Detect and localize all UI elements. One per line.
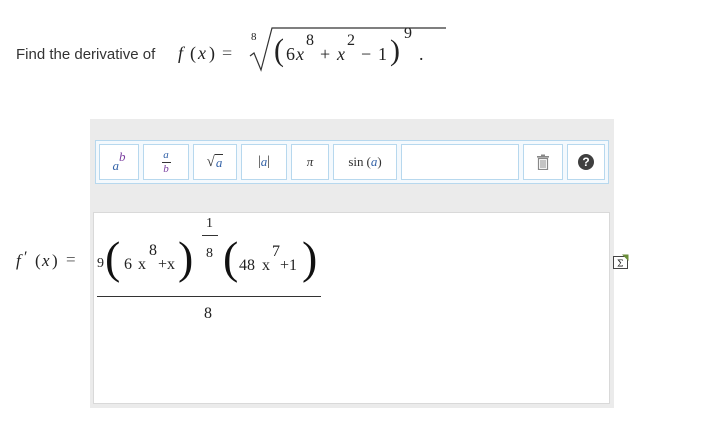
poly-exp2: 2 (347, 32, 355, 49)
poly-exp1: 8 (306, 32, 314, 49)
answer-lhs-f: f (16, 251, 21, 270)
sqrt-button[interactable]: √ a (193, 144, 237, 180)
help-icon: ? (578, 154, 594, 170)
big-close-paren: ) (390, 34, 400, 67)
fraction-button[interactable]: a b (143, 144, 189, 180)
answer-t1-var: x (138, 256, 146, 273)
answer-coef: 9 (97, 256, 104, 271)
answer-t2-var: x (262, 257, 270, 274)
equation-editor-button[interactable]: Σ (613, 254, 629, 270)
minus-sign: − (361, 44, 372, 64)
delete-button[interactable] (523, 144, 563, 180)
poly-var2: x (337, 44, 345, 64)
sqrt-arg: a (214, 153, 224, 170)
answer-t1-plus: +x (158, 256, 176, 273)
question: Find the derivative of f ( x ) = 8 ( 6 x… (16, 22, 696, 82)
equation-editor-icon: Σ (613, 254, 629, 270)
answer-t2-plus: +1 (280, 257, 298, 274)
answer-exp-bar (202, 235, 218, 236)
superscript-button[interactable]: a b (99, 144, 139, 180)
answer-paren1-close: ) (178, 232, 194, 283)
answer-paren2-close: ) (302, 232, 318, 283)
sin-button[interactable]: sin ( a ) (333, 144, 397, 180)
big-open-paren: ( (274, 33, 284, 68)
sin-label: sin (348, 154, 364, 169)
answer-lhs-open: ( (35, 251, 41, 270)
superscript-exp: b (119, 149, 126, 164)
fraction-den: b (163, 162, 169, 175)
abs-right-bar: | (267, 154, 271, 169)
toolbar-spacer (401, 144, 519, 180)
answer-t2-coeff: 48 (239, 257, 255, 274)
equals-sign: = (222, 43, 233, 63)
svg-text:Σ: Σ (617, 260, 623, 270)
answer-equals: = (66, 250, 76, 269)
plus-sign: + (320, 44, 331, 64)
sin-close-paren: ) (377, 154, 382, 169)
answer-t1-coeff: 6 (124, 256, 132, 273)
pi-button[interactable]: π (291, 144, 329, 180)
answer-paren2-open: ( (223, 232, 239, 283)
answer-input[interactable] (93, 212, 610, 404)
trash-icon (537, 154, 549, 170)
answer-t1-exp: 8 (149, 242, 157, 259)
sqrt-icon: √ (206, 153, 215, 170)
end-period: . (419, 44, 424, 64)
outer-exponent: 9 (404, 25, 412, 42)
answer-lhs-close: ) (52, 251, 58, 270)
open-paren: ( (190, 43, 196, 63)
help-button[interactable]: ? (567, 144, 605, 180)
abs-button[interactable]: | a | (241, 144, 287, 180)
answer-exp-num: 1 (206, 216, 213, 231)
answer-t2-exp: 7 (272, 243, 280, 260)
question-prompt: Find the derivative of (16, 46, 156, 63)
function-name: f (178, 43, 184, 63)
fraction-num: a (163, 148, 169, 161)
answer-lhs-prime: ′ (24, 249, 28, 266)
poly-const: 1 (378, 44, 387, 64)
answer-exp-den: 8 (206, 246, 213, 261)
close-paren: ) (209, 43, 215, 63)
math-toolbar: a b a b √ a | a | π sin ( a ) ? (95, 140, 609, 184)
function-variable: x (198, 43, 206, 63)
answer-fraction-bar (97, 296, 321, 297)
pi-icon: π (306, 154, 314, 169)
poly-coeff: 6 (286, 44, 295, 64)
answer-paren1-open: ( (105, 232, 121, 283)
poly-var: x (296, 44, 304, 64)
answer-denominator: 8 (204, 305, 212, 322)
answer-lhs-var: x (42, 251, 50, 270)
